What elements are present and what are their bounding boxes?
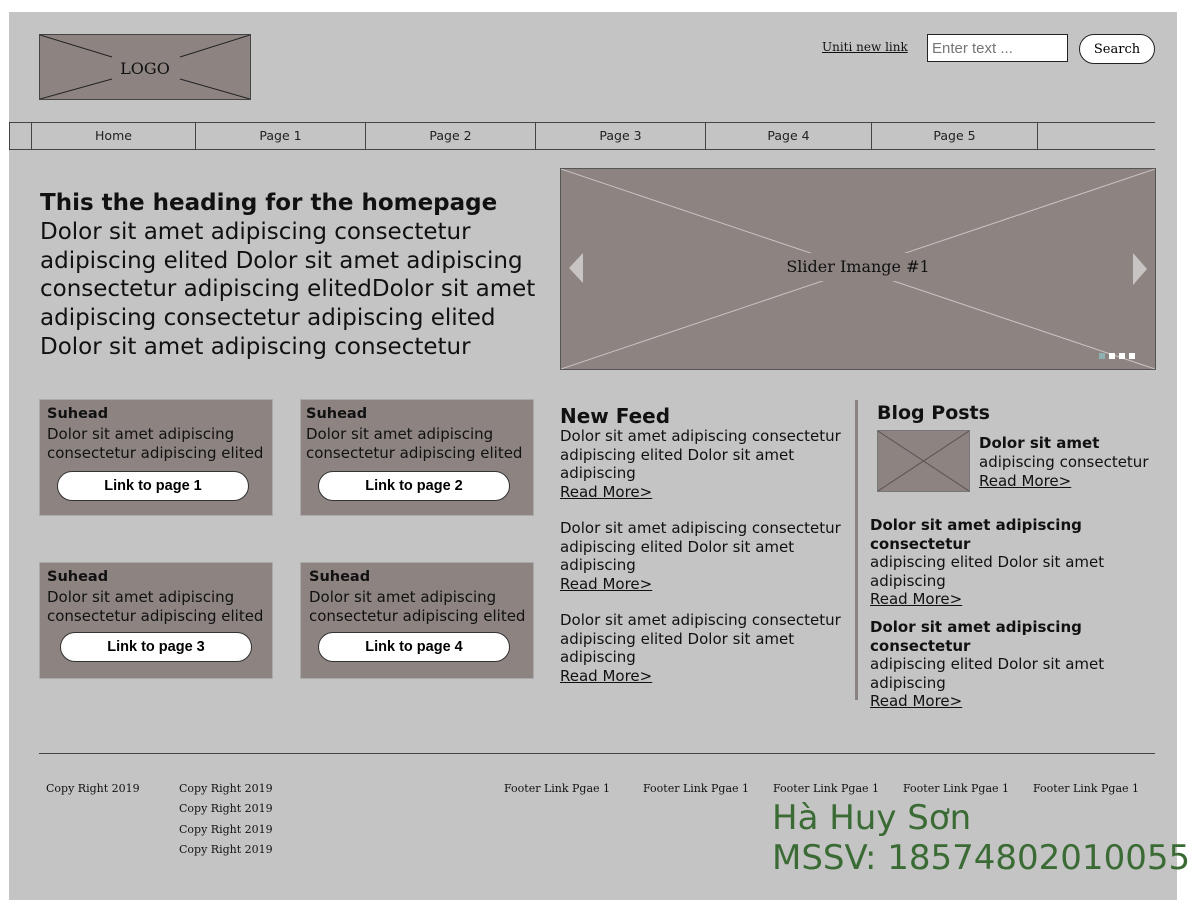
header-link[interactable]: Uniti new link — [822, 40, 908, 54]
content-card: Suhead Dolor sit amet adipiscing consect… — [39, 399, 273, 516]
blog-featured-text: adipiscing consectetur — [979, 453, 1149, 471]
link-to-page-4-button[interactable]: Link to page 4 — [318, 632, 510, 662]
link-to-page-1-button[interactable]: Link to page 1 — [57, 471, 249, 501]
footer-link[interactable]: Footer Link Pgae 1 — [1033, 782, 1139, 795]
read-more-link[interactable]: Read More> — [870, 590, 1170, 609]
footer-divider — [39, 753, 1155, 754]
page: LOGO Uniti new link Search Home Page 1 P… — [9, 12, 1177, 900]
blog-item-text: adipiscing elited Dolor sit amet adipisc… — [870, 553, 1105, 590]
author-student-id: MSSV: 18574802010055 — [772, 838, 1191, 878]
card-text: Dolor sit amet adipiscing consectetur ad… — [306, 425, 523, 462]
feed-item: Dolor sit amet adipiscing consectetur ad… — [560, 427, 850, 501]
logo-label: LOGO — [120, 59, 170, 78]
blog-item: Dolor sit amet adipiscing consectetur ad… — [870, 516, 1170, 609]
nav-item-page-4[interactable]: Page 4 — [705, 123, 871, 149]
nav-item-page-1[interactable]: Page 1 — [195, 123, 365, 149]
read-more-link[interactable]: Read More> — [560, 667, 850, 686]
card-title: Suhead — [47, 406, 109, 422]
nav-item-page-2[interactable]: Page 2 — [365, 123, 535, 149]
link-to-page-3-button[interactable]: Link to page 3 — [60, 632, 252, 662]
blog-item-text: adipiscing elited Dolor sit amet adipisc… — [870, 655, 1105, 692]
slider-dot-3[interactable] — [1119, 353, 1125, 359]
blog-heading: Blog Posts — [877, 402, 990, 424]
footer-link[interactable]: Footer Link Pgae 1 — [903, 782, 1009, 795]
link-to-page-2-button[interactable]: Link to page 2 — [318, 471, 510, 501]
blog-item: Dolor sit amet adipiscing consectetur ad… — [870, 618, 1170, 711]
footer-col-item: Copy Right 2019 — [179, 843, 273, 856]
feed-item: Dolor sit amet adipiscing consectetur ad… — [560, 611, 850, 685]
footer-copyright: Copy Right 2019 — [46, 782, 140, 795]
footer-link[interactable]: Footer Link Pgae 1 — [504, 782, 610, 795]
nav-bar: Home Page 1 Page 2 Page 3 Page 4 Page 5 — [9, 122, 1155, 150]
divider — [855, 400, 858, 700]
card-text: Dolor sit amet adipiscing consectetur ad… — [47, 588, 264, 625]
card-text: Dolor sit amet adipiscing consectetur ad… — [47, 425, 264, 462]
card-title: Suhead — [47, 569, 109, 585]
blog-featured-body: adipiscing consectetur Read More> — [979, 453, 1159, 490]
footer-link[interactable]: Footer Link Pgae 1 — [643, 782, 749, 795]
card-title: Suhead — [306, 406, 368, 422]
read-more-link[interactable]: Read More> — [870, 692, 1170, 711]
slider-caption: Slider Imange #1 — [786, 257, 930, 276]
logo[interactable]: LOGO — [39, 34, 251, 100]
card-title: Suhead — [309, 569, 371, 585]
page-title: This the heading for the homepage — [40, 190, 498, 216]
blog-thumbnail[interactable] — [877, 430, 970, 492]
content-card: Suhead Dolor sit amet adipiscing consect… — [39, 562, 273, 679]
footer-col-item: Copy Right 2019 — [179, 823, 273, 836]
read-more-link[interactable]: Read More> — [560, 575, 850, 594]
slider-dot-1[interactable] — [1099, 353, 1105, 359]
footer-col-item: Copy Right 2019 — [179, 782, 273, 795]
nav-spacer-end — [1037, 123, 1155, 149]
slider-dot-4[interactable] — [1129, 353, 1135, 359]
author-name: Hà Huy Sơn — [772, 798, 972, 838]
image-slider: Slider Imange #1 — [560, 168, 1156, 370]
slider-dot-2[interactable] — [1109, 353, 1115, 359]
nav-item-home[interactable]: Home — [31, 123, 195, 149]
content-card: Suhead Dolor sit amet adipiscing consect… — [300, 399, 534, 516]
read-more-link[interactable]: Read More> — [560, 483, 850, 502]
author-info: Hà Huy Sơn MSSV: 18574802010055 — [772, 798, 1190, 878]
read-more-link[interactable]: Read More> — [979, 472, 1159, 491]
feed-heading: New Feed — [560, 404, 671, 428]
blog-featured-title: Dolor sit amet — [979, 434, 1100, 452]
nav-item-page-3[interactable]: Page 3 — [535, 123, 705, 149]
placeholder-cross-icon — [878, 431, 969, 491]
nav-spacer — [9, 123, 31, 149]
footer-col-item: Copy Right 2019 — [179, 802, 273, 815]
card-text: Dolor sit amet adipiscing consectetur ad… — [309, 588, 526, 625]
feed-item-text: Dolor sit amet adipiscing consectetur ad… — [560, 427, 841, 482]
feed-item-text: Dolor sit amet adipiscing consectetur ad… — [560, 611, 841, 666]
search-input[interactable] — [927, 34, 1068, 62]
feed-item: Dolor sit amet adipiscing consectetur ad… — [560, 519, 850, 593]
search-button[interactable]: Search — [1079, 34, 1155, 64]
blog-item-title: Dolor sit amet adipiscing consectetur — [870, 516, 1082, 553]
content-card: Suhead Dolor sit amet adipiscing consect… — [300, 562, 534, 679]
footer-link[interactable]: Footer Link Pgae 1 — [773, 782, 879, 795]
nav-item-page-5[interactable]: Page 5 — [871, 123, 1037, 149]
feed-item-text: Dolor sit amet adipiscing consectetur ad… — [560, 519, 841, 574]
blog-item-title: Dolor sit amet adipiscing consectetur — [870, 618, 1082, 655]
hero-text: Dolor sit amet adipiscing consectetur ad… — [40, 219, 536, 360]
